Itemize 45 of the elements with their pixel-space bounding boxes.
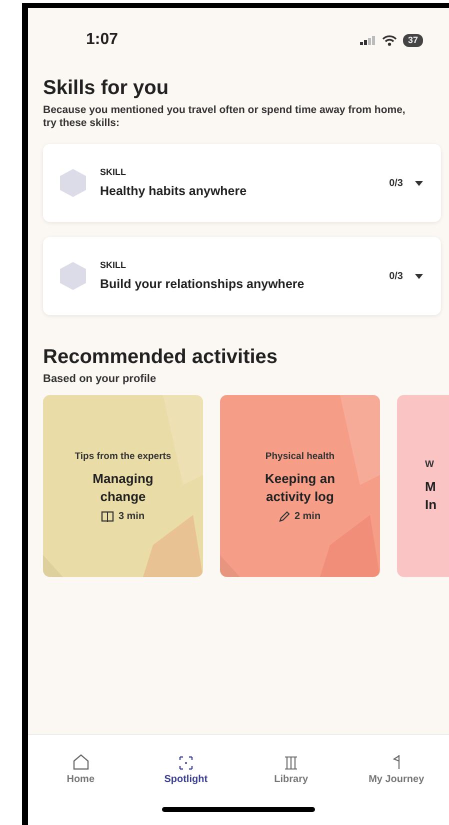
activity-category: Physical health [265,450,335,463]
activity-duration: 3 min [118,511,145,522]
wifi-icon [382,34,397,46]
section-subtitle: Because you mentioned you travel often or spend time away from home, try these skills: [43,104,406,130]
skill-label: SKILL [100,166,127,176]
activity-card[interactable]: W M In [397,395,449,577]
activity-title: Managing change [92,470,154,506]
activity-title: M In [425,478,437,514]
book-icon [284,756,298,770]
activity-card[interactable]: Tips from the experts Managing change 3 min [43,395,203,577]
card-pattern-shape [143,515,203,577]
section-title: Recommended activities [43,346,279,369]
caret-icon[interactable] [415,274,423,278]
tab-bar-item[interactable]: Home [40,749,121,785]
progress-count: 0/3 [389,270,403,282]
tab-bar-item[interactable]: Spotlight [146,749,226,785]
card-pattern-shape [220,555,240,577]
focus-frame-icon [178,756,193,770]
skill-title: Healthy habits anywhere [100,184,247,198]
activity-category: W [425,458,434,471]
book-icon [101,510,114,522]
skill-card[interactable]: SKILL Healthy habits anywhere 0/3 [43,144,441,222]
hexagon-icon [58,261,88,291]
pencil-icon [279,511,290,522]
tab-bar-item[interactable]: My Journey [356,749,436,785]
tab-bar-item[interactable]: Library [251,749,332,785]
card-pattern-shape [320,515,380,577]
progress-count: 0/3 [389,178,403,188]
flag-icon [392,754,400,770]
section-title: Skills for you [43,77,170,100]
home-icon [72,754,89,770]
activity-title: Keeping an activity log [264,470,336,506]
card-pattern-shape [43,555,63,577]
activity-duration: 2 min [294,511,321,522]
signal-icon [360,36,376,44]
activity-category: Tips from the experts [74,450,172,462]
skill-label: SKILL [100,260,127,270]
battery-icon: 37 [402,34,423,46]
section-subtitle: Based on your profile [43,373,158,385]
hexagon-icon [58,168,88,198]
caret-icon[interactable] [415,180,423,186]
skill-card[interactable]: SKILL Build your relationships anywhere 0/3 [43,237,441,315]
status-time: 1:07 [86,31,118,49]
skill-title: Build your relationships anywhere [100,276,304,290]
activity-card[interactable]: Physical health Keeping an activity log 2 min [220,395,380,577]
